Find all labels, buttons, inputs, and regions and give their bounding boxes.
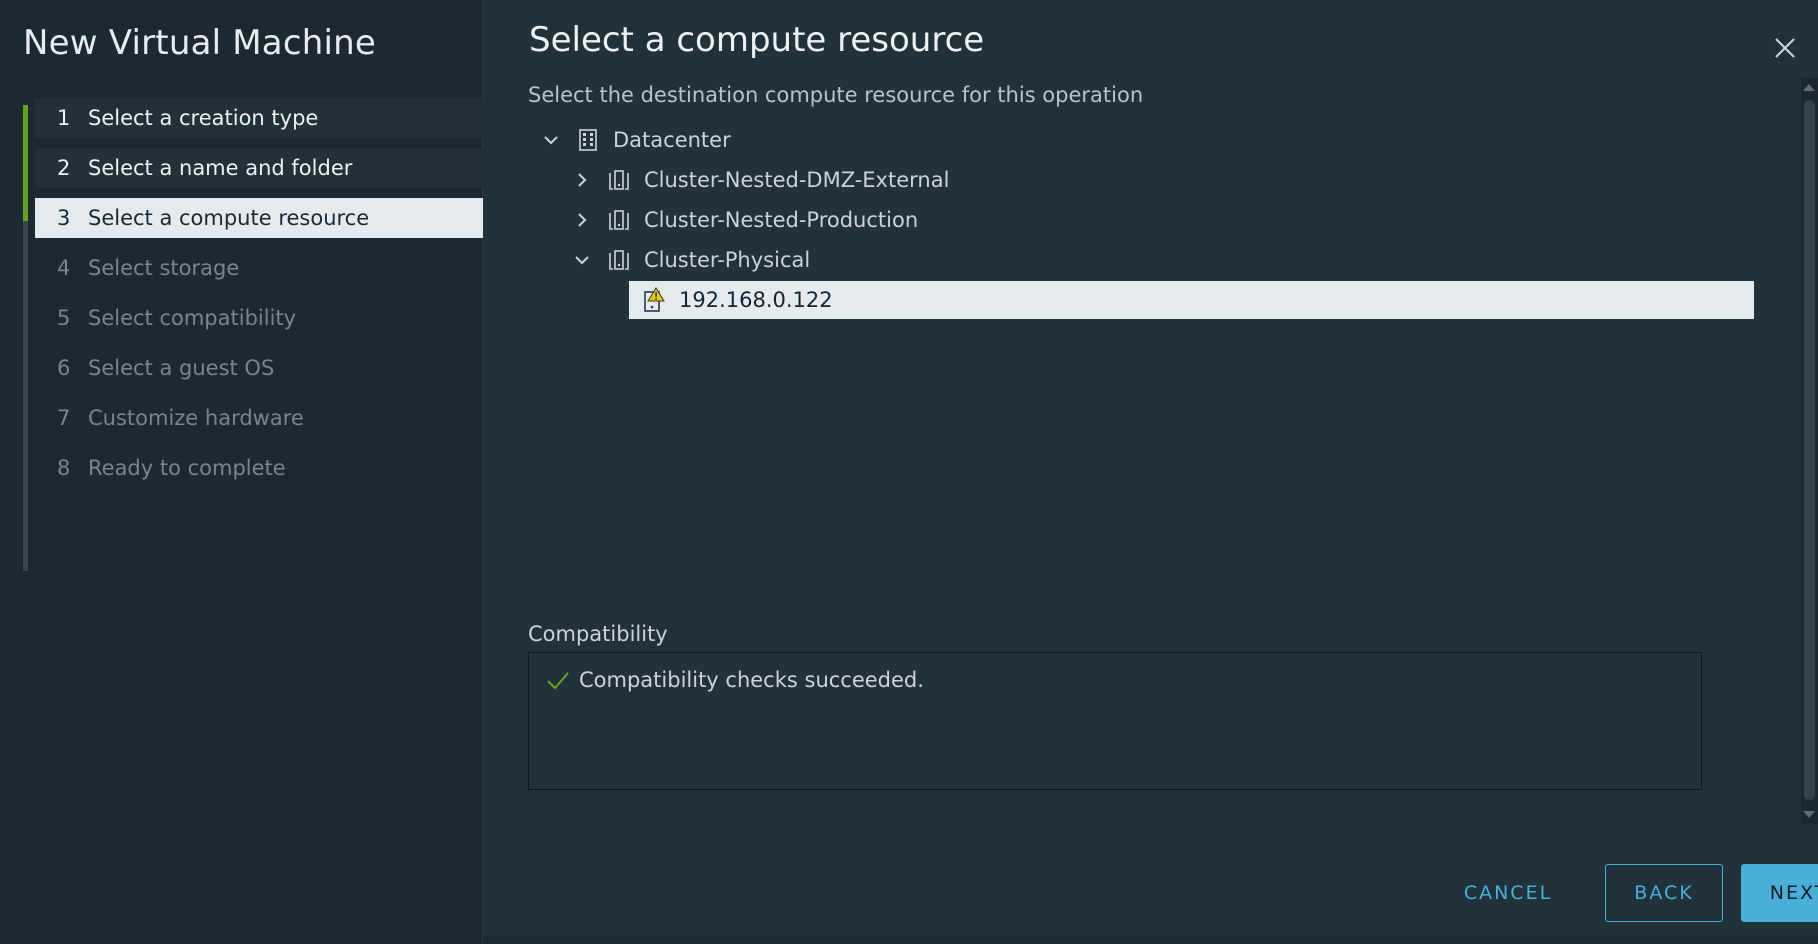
step-number: 5 — [57, 306, 71, 330]
wizard-sidebar: New Virtual Machine 1 Select a creation … — [0, 0, 483, 944]
scroll-down-icon[interactable] — [1803, 811, 1815, 818]
step-3[interactable]: 3 Select a compute resource — [35, 198, 483, 238]
step-5: 5 Select compatibility — [35, 298, 483, 338]
new-vm-wizard: New Virtual Machine 1 Select a creation … — [0, 0, 1818, 944]
step-8: 8 Ready to complete — [35, 448, 483, 488]
step-number: 1 — [57, 106, 71, 130]
tree-node-label: Datacenter — [613, 128, 731, 152]
step-number: 6 — [57, 356, 71, 380]
chevron-down-icon[interactable] — [541, 130, 561, 150]
step-number: 8 — [57, 456, 71, 480]
chevron-down-icon[interactable] — [572, 250, 592, 270]
tree-node-cluster-physical[interactable]: Cluster-Physical — [572, 242, 810, 278]
host-warning-icon — [641, 287, 667, 313]
step-label: Select a guest OS — [88, 356, 275, 380]
page-subtitle: Select the destination compute resource … — [528, 83, 1144, 107]
step-1[interactable]: 1 Select a creation type — [35, 98, 483, 138]
tree-node-label: Cluster-Physical — [644, 248, 811, 272]
step-7: 7 Customize hardware — [35, 398, 483, 438]
tree-node-host-192-168-0-122[interactable]: 192.168.0.122 — [629, 281, 1754, 319]
step-progress-bar — [23, 105, 28, 221]
cancel-button[interactable]: CANCEL — [1435, 864, 1581, 922]
compatibility-panel: Compatibility checks succeeded. — [528, 652, 1702, 790]
compatibility-message-text: Compatibility checks succeeded. — [579, 668, 924, 692]
close-button[interactable] — [1771, 34, 1799, 62]
page-title: Select a compute resource — [529, 20, 985, 60]
scroll-thumb[interactable] — [1804, 100, 1815, 800]
step-label: Select a name and folder — [88, 156, 353, 180]
step-label: Select a creation type — [88, 106, 319, 130]
step-number: 4 — [57, 256, 71, 280]
cluster-icon — [606, 207, 632, 233]
step-2[interactable]: 2 Select a name and folder — [35, 148, 483, 188]
step-4: 4 Select storage — [35, 248, 483, 288]
tree-node-datacenter[interactable]: Datacenter — [541, 122, 731, 158]
check-icon — [547, 672, 569, 690]
back-button[interactable]: BACK — [1605, 864, 1723, 922]
tree-node-label: Cluster-Nested-Production — [644, 208, 919, 232]
cluster-icon — [606, 247, 632, 273]
wizard-title: New Virtual Machine — [23, 23, 376, 63]
step-6: 6 Select a guest OS — [35, 348, 483, 388]
step-number: 7 — [57, 406, 71, 430]
step-label: Select compatibility — [88, 306, 297, 330]
tree-node-cluster-nested-dmz-external[interactable]: Cluster-Nested-DMZ-External — [572, 162, 949, 198]
scroll-up-icon[interactable] — [1803, 84, 1815, 91]
scrollbar[interactable] — [1801, 78, 1818, 824]
tree-node-label: Cluster-Nested-DMZ-External — [644, 168, 950, 192]
cluster-icon — [606, 167, 632, 193]
datacenter-icon — [575, 127, 601, 153]
tree-node-cluster-nested-production[interactable]: Cluster-Nested-Production — [572, 202, 918, 238]
step-label: Ready to complete — [88, 456, 286, 480]
chevron-right-icon[interactable] — [572, 210, 592, 230]
tree-node-label: 192.168.0.122 — [679, 288, 833, 312]
step-label: Select storage — [88, 256, 240, 280]
step-label: Customize hardware — [88, 406, 304, 430]
compatibility-message: Compatibility checks succeeded. — [545, 667, 924, 693]
close-icon — [1775, 38, 1795, 58]
step-number: 2 — [57, 156, 71, 180]
chevron-right-icon[interactable] — [572, 170, 592, 190]
step-list: 1 Select a creation type 2 Select a name… — [23, 98, 483, 571]
compatibility-label: Compatibility — [528, 622, 668, 646]
footer-divider — [483, 936, 1818, 944]
next-button[interactable]: NEXT — [1741, 864, 1818, 922]
step-number: 3 — [57, 206, 71, 230]
wizard-main-panel: Select a compute resource Select the des… — [483, 0, 1818, 944]
step-label: Select a compute resource — [88, 206, 370, 230]
